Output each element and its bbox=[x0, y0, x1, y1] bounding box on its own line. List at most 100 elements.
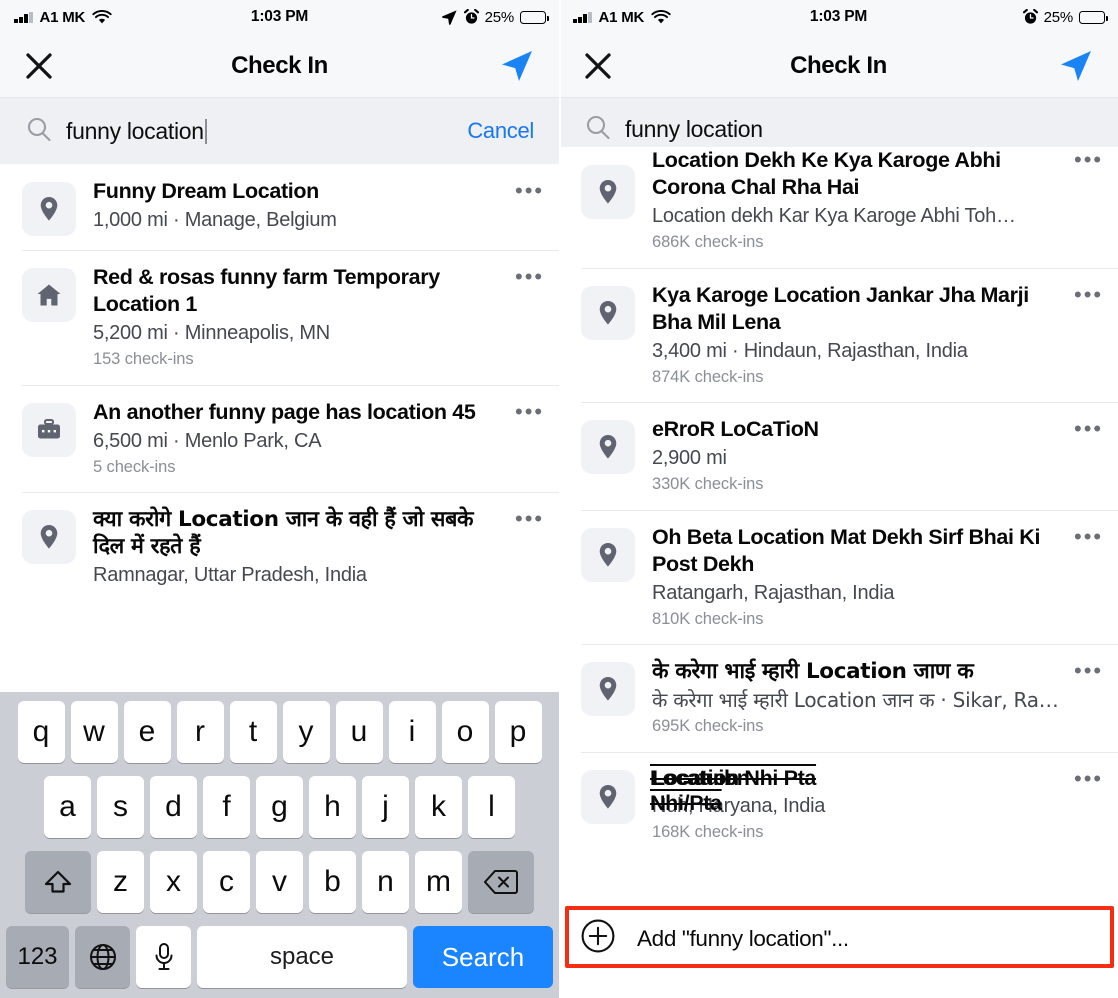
key-e[interactable]: e bbox=[123, 701, 171, 763]
list-item-title: Location Dekh Ke Kya Karoge Abhi Corona … bbox=[652, 148, 1001, 200]
key-l[interactable]: l bbox=[468, 776, 515, 838]
list-item[interactable]: Funny Dream Location 1,000 mi · Manage, … bbox=[0, 164, 559, 250]
map-pin-icon bbox=[22, 510, 76, 565]
on-screen-keyboard[interactable]: q w e r t y u i o p a s d f g h j k l z … bbox=[0, 692, 559, 998]
key-g[interactable]: g bbox=[256, 776, 303, 838]
keyboard-row-4: 123 space Search bbox=[3, 926, 556, 988]
key-z[interactable]: z bbox=[97, 851, 144, 913]
key-y[interactable]: y bbox=[282, 701, 330, 763]
list-item[interactable]: Location Dekh Ke Kya Karoge Abhi Corona … bbox=[559, 147, 1118, 268]
keyboard-search-button[interactable]: Search bbox=[413, 926, 553, 988]
key-w[interactable]: w bbox=[70, 701, 118, 763]
list-item[interactable]: An another funny page has location 45 6,… bbox=[0, 384, 559, 493]
list-item-title: के करेगा भाई म्हारी Location जाण क bbox=[652, 659, 974, 685]
page-title: Check In bbox=[231, 51, 328, 79]
list-item[interactable]: eRroR LoCaTioN 2,900 mi 330K check-ins •… bbox=[559, 402, 1118, 510]
list-item-body: An another funny page has location 45 6,… bbox=[93, 399, 515, 479]
list-item-body: eRroR LoCaTioN 2,900 mi 330K check-ins bbox=[652, 416, 1074, 496]
key-o[interactable]: o bbox=[441, 701, 489, 763]
key-b[interactable]: b bbox=[309, 851, 356, 913]
home-icon bbox=[22, 268, 76, 322]
search-input[interactable]: funny location bbox=[625, 116, 763, 143]
overflow-menu-button[interactable]: ••• bbox=[1074, 418, 1101, 440]
overflow-menu-button[interactable]: ••• bbox=[515, 508, 542, 530]
backspace-icon[interactable] bbox=[468, 851, 534, 913]
keyboard-row-3: z x c v b n m bbox=[3, 851, 556, 913]
list-item-subtitle: के करेगा भाई म्हारी Location जान क · Sik… bbox=[652, 688, 1059, 713]
key-p[interactable]: p bbox=[494, 701, 542, 763]
key-x[interactable]: x bbox=[150, 851, 197, 913]
overflow-menu-button[interactable]: ••• bbox=[515, 180, 542, 202]
battery-icon bbox=[520, 10, 549, 24]
key-i[interactable]: i bbox=[388, 701, 436, 763]
list-item-subtitle: 1,000 mi · Manage, Belgium bbox=[93, 209, 337, 232]
panel-divider bbox=[559, 0, 561, 998]
key-c[interactable]: c bbox=[203, 851, 250, 913]
status-bar: A1 MK 1:03 PM 25% bbox=[559, 0, 1118, 34]
cancel-button[interactable]: Cancel bbox=[467, 118, 534, 144]
map-pin-icon bbox=[581, 527, 635, 582]
battery-icon bbox=[1079, 10, 1108, 24]
list-item[interactable]: Kya Karoge Location Jankar Jha Marji Bha… bbox=[559, 267, 1118, 403]
left-phone-screen: A1 MK 1:03 PM 25% Check In funny locatio… bbox=[0, 0, 559, 998]
list-item-subtitle: 3,400 mi · Hindaun, Rajasthan, India bbox=[652, 339, 968, 362]
map-pin-icon bbox=[22, 182, 76, 236]
status-bar-right: 25% bbox=[1022, 9, 1108, 26]
list-item-title: Kya Karoge Location Jankar Jha Marji Bha… bbox=[652, 282, 1029, 334]
key-r[interactable]: r bbox=[176, 701, 224, 763]
microphone-icon[interactable] bbox=[136, 926, 191, 988]
add-location-button[interactable]: Add "funny location"... bbox=[559, 903, 1118, 974]
list-item-subtitle: 5,200 mi · Minneapolis, MN bbox=[93, 322, 330, 345]
keyboard-row-2: a s d f g h j k l bbox=[3, 776, 556, 838]
send-arrow-icon[interactable] bbox=[497, 46, 537, 86]
numbers-key[interactable]: 123 bbox=[6, 926, 69, 988]
nav-bar: Check In bbox=[0, 34, 559, 98]
overflow-menu-button[interactable]: ••• bbox=[1074, 767, 1101, 789]
list-item-body: के करेगा भाई म्हारी Location जाण क के कर… bbox=[652, 658, 1074, 738]
key-k[interactable]: k bbox=[415, 776, 462, 838]
add-location-label: Add "funny location"... bbox=[637, 925, 849, 951]
close-icon[interactable] bbox=[22, 49, 56, 83]
key-m[interactable]: m bbox=[415, 851, 462, 913]
search-input[interactable]: funny location bbox=[66, 118, 204, 145]
nav-bar: Check In bbox=[559, 34, 1118, 98]
overflow-menu-button[interactable]: ••• bbox=[1074, 525, 1101, 547]
overflow-menu-button[interactable]: ••• bbox=[515, 266, 542, 288]
list-item-body: Oh Beta Location Mat Dekh Sirf Bhai Ki P… bbox=[652, 524, 1074, 631]
key-h[interactable]: h bbox=[309, 776, 356, 838]
battery-percent-label: 25% bbox=[484, 8, 515, 26]
key-n[interactable]: n bbox=[362, 851, 409, 913]
search-results-list: Location Dekh Ke Kya Karoge Abhi Corona … bbox=[559, 147, 1118, 858]
close-icon[interactable] bbox=[581, 49, 615, 83]
list-item-checkins: 5 check-ins bbox=[93, 457, 176, 476]
key-u[interactable]: u bbox=[335, 701, 383, 763]
list-item-title-overlay: Locatuibn Nhi/Pta bbox=[650, 765, 750, 815]
key-f[interactable]: f bbox=[203, 776, 250, 838]
key-a[interactable]: a bbox=[44, 776, 91, 838]
map-pin-icon bbox=[581, 662, 635, 717]
overflow-menu-button[interactable]: ••• bbox=[1074, 283, 1101, 305]
text-cursor bbox=[204, 118, 207, 144]
list-item[interactable]: क्या करोगे Location जान के वही हैं जो सब… bbox=[0, 492, 559, 602]
list-item[interactable]: Location Nhi Pta Locatuibn Nhi/Pta Nuh, … bbox=[559, 751, 1118, 857]
key-v[interactable]: v bbox=[256, 851, 303, 913]
list-item-title: Red & rosas funny farm Temporary Locatio… bbox=[93, 265, 440, 317]
list-item[interactable]: Red & rosas funny farm Temporary Locatio… bbox=[0, 250, 559, 385]
key-d[interactable]: d bbox=[150, 776, 197, 838]
globe-icon[interactable] bbox=[75, 926, 130, 988]
overflow-menu-button[interactable]: ••• bbox=[515, 400, 542, 422]
key-j[interactable]: j bbox=[362, 776, 409, 838]
space-key[interactable]: space bbox=[197, 926, 407, 988]
overflow-menu-button[interactable]: ••• bbox=[1074, 660, 1101, 682]
list-item[interactable]: Oh Beta Location Mat Dekh Sirf Bhai Ki P… bbox=[559, 509, 1118, 645]
list-item[interactable]: के करेगा भाई म्हारी Location जाण क के कर… bbox=[559, 644, 1118, 752]
send-arrow-icon[interactable] bbox=[1056, 46, 1096, 86]
key-s[interactable]: s bbox=[97, 776, 144, 838]
key-q[interactable]: q bbox=[17, 701, 65, 763]
search-bar[interactable]: funny location Cancel bbox=[0, 98, 559, 164]
map-pin-icon bbox=[581, 420, 635, 475]
key-t[interactable]: t bbox=[229, 701, 277, 763]
overflow-menu-button[interactable]: ••• bbox=[1074, 149, 1101, 171]
briefcase-icon bbox=[22, 402, 76, 457]
shift-arrow-icon[interactable] bbox=[25, 851, 91, 913]
